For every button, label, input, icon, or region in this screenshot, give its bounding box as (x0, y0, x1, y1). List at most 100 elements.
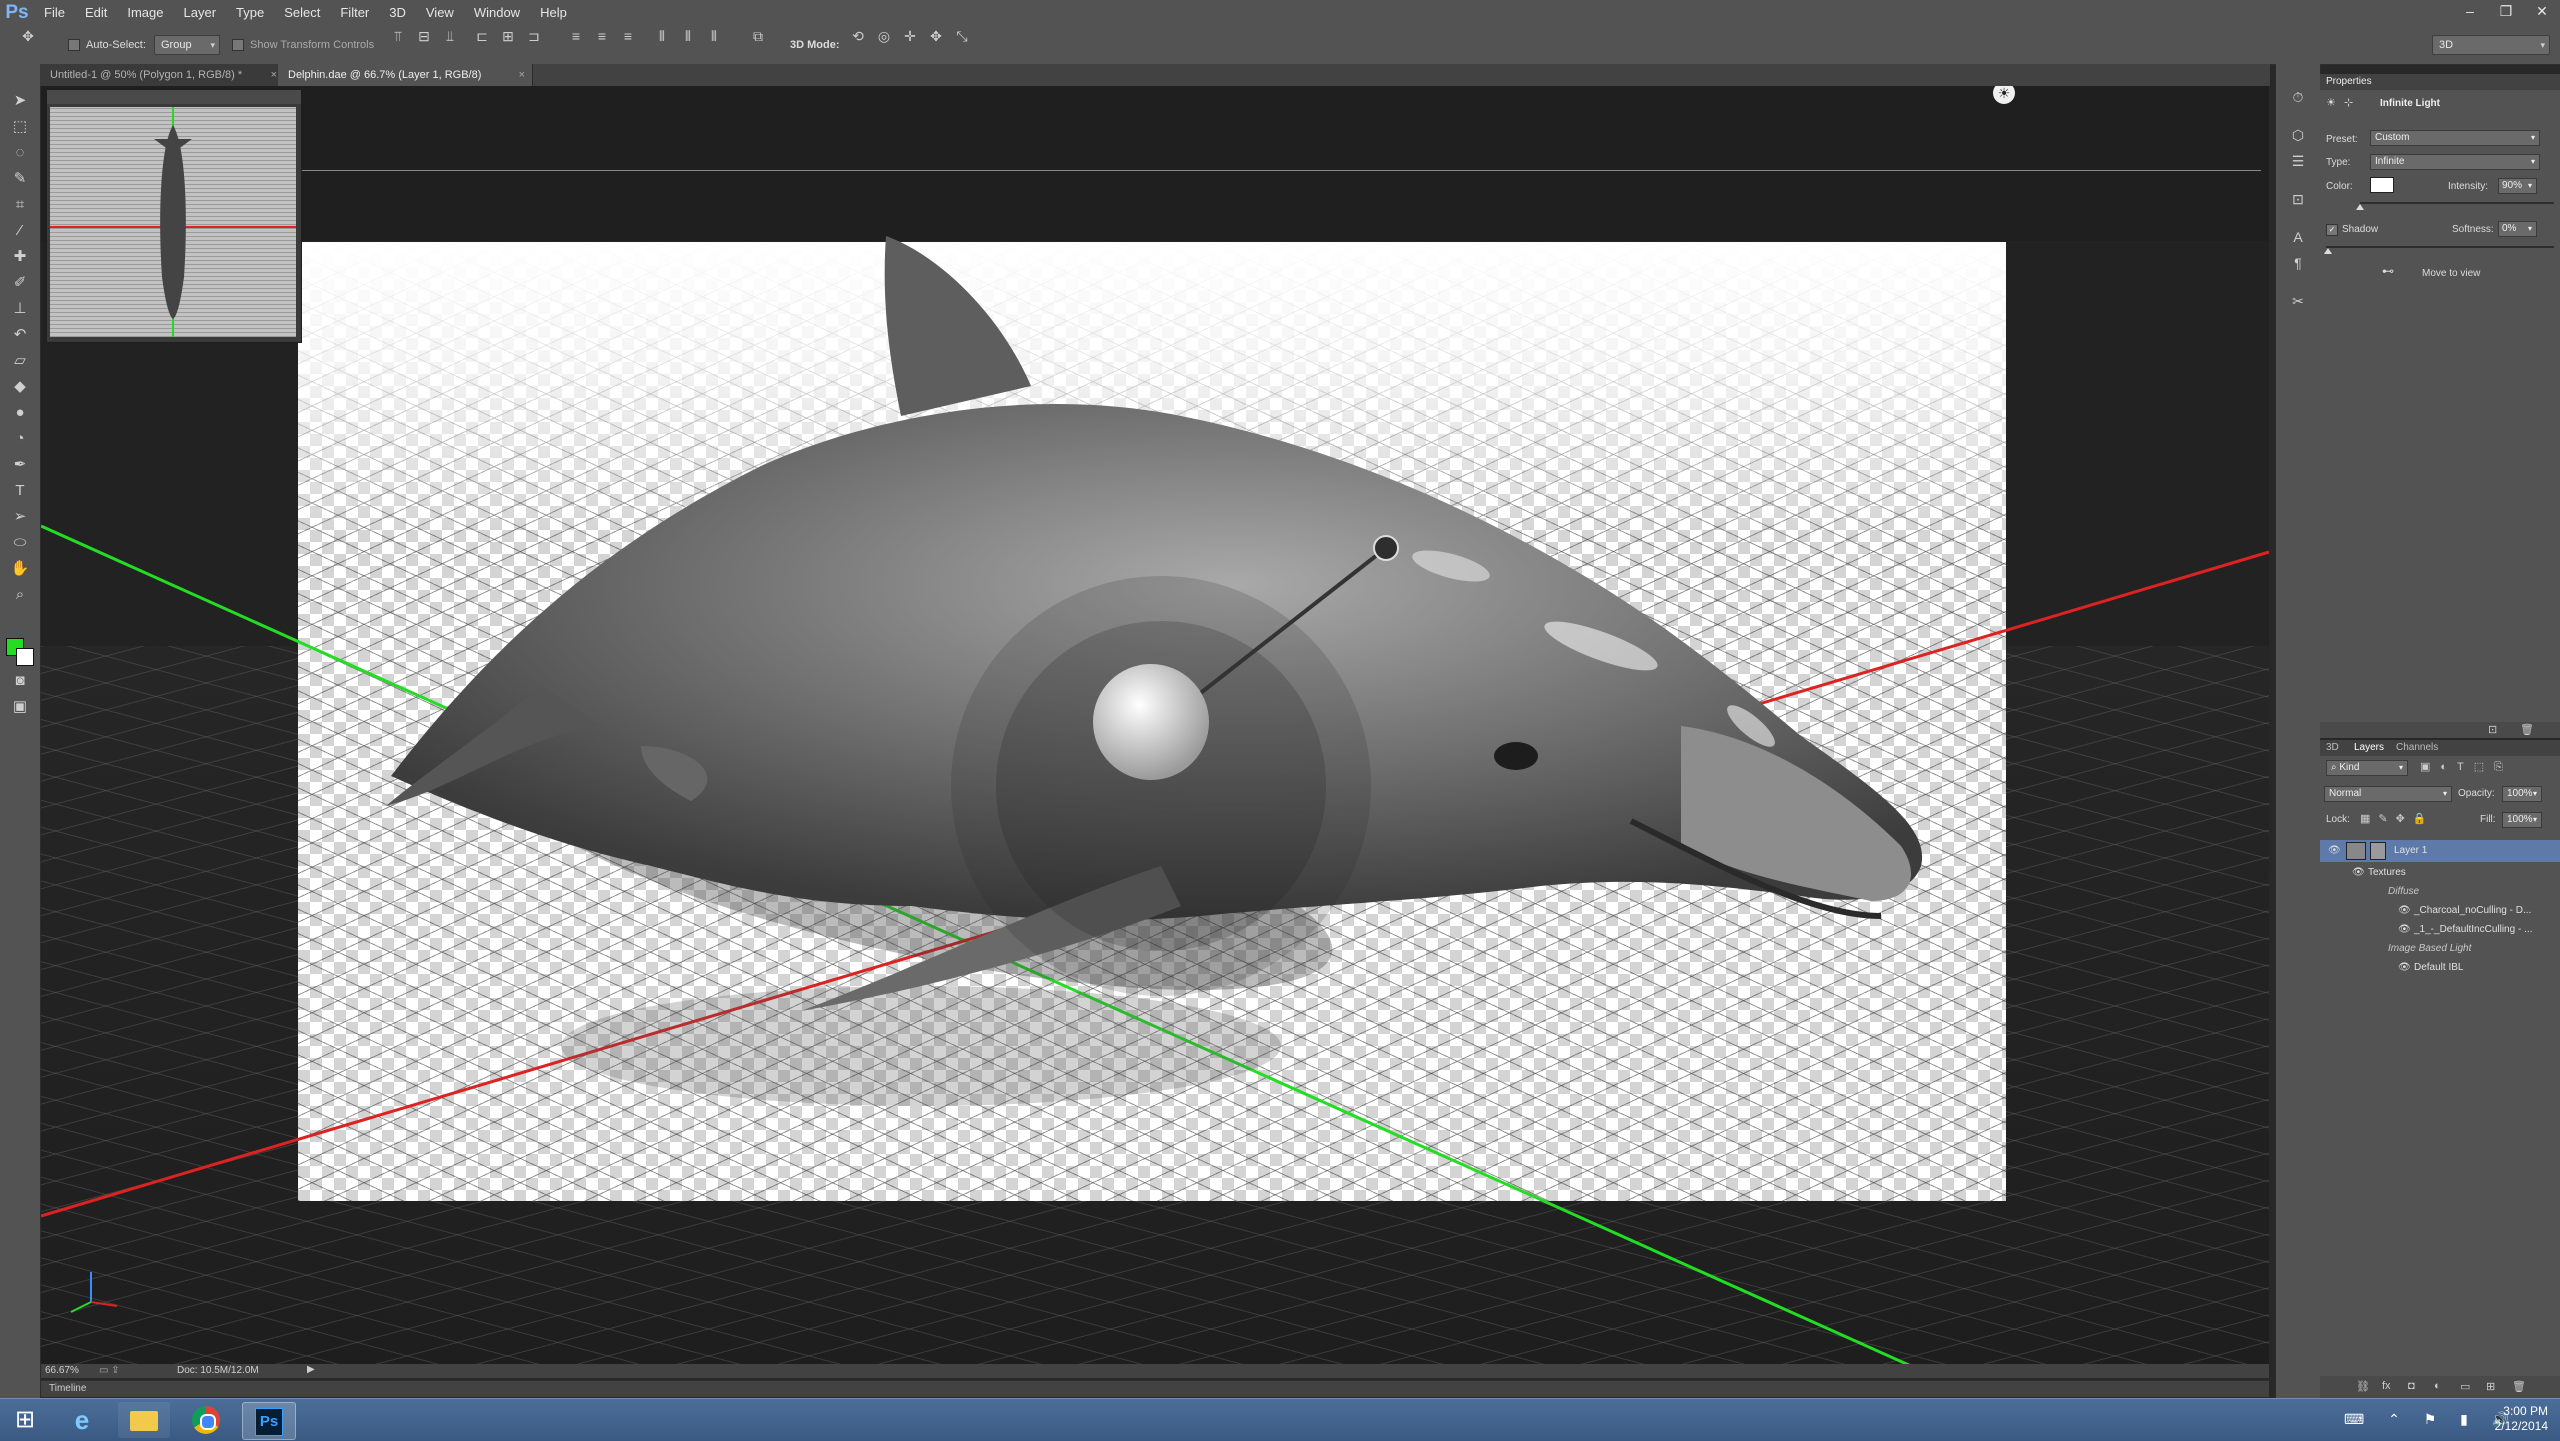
list-item[interactable]: 👁 Default IBL (2320, 959, 2560, 977)
dolphin-dorsal-fin[interactable] (884, 236, 1031, 416)
visibility-eye-icon[interactable]: 👁 (2398, 921, 2411, 939)
align-hcenter-icon[interactable]: ⊞ (498, 26, 518, 46)
properties-panel-icon[interactable]: ⊡ (2286, 188, 2310, 210)
visibility-eye-icon[interactable]: 👁 (2352, 864, 2365, 882)
auto-select-checkbox[interactable] (68, 39, 80, 52)
menu-edit[interactable]: Edit (75, 0, 117, 26)
slide-3d-icon[interactable]: ✥ (926, 26, 946, 46)
distribute-top-icon[interactable]: ≡ (566, 26, 586, 46)
minimize-button[interactable]: – (2452, 0, 2488, 26)
quick-mask-icon[interactable]: ◙ (8, 670, 32, 692)
marquee-tool-icon[interactable]: ⬚ (8, 116, 32, 138)
intensity-slider-thumb[interactable] (2356, 204, 2364, 210)
list-item[interactable]: 👁 _1_-_DefaultIncCulling - ... (2320, 921, 2560, 939)
align-top-icon[interactable]: ⫪ (388, 26, 408, 46)
chrome-icon[interactable] (180, 1402, 232, 1438)
align-vcenter-icon[interactable]: ⊟ (414, 26, 434, 46)
tab-delphin[interactable]: Delphin.dae @ 66.7% (Layer 1, RGB/8) × (278, 64, 533, 86)
restore-button[interactable]: ❐ (2488, 0, 2524, 26)
distribute-right-icon[interactable]: ⦀ (704, 26, 724, 46)
close-tab-icon[interactable]: × (519, 64, 525, 86)
close-tab-icon[interactable]: × (271, 64, 277, 86)
tab-untitled-1[interactable]: Untitled-1 @ 50% (Polygon 1, RGB/8) * × (40, 64, 285, 86)
dodge-tool-icon[interactable]: ◔ (8, 428, 32, 450)
scale-3d-icon[interactable]: ⤡ (952, 26, 972, 46)
character-panel-icon[interactable]: A (2286, 226, 2310, 248)
clone-stamp-tool-icon[interactable]: ⊥ (8, 298, 32, 320)
adjustments-panel-icon[interactable]: ☰ (2286, 150, 2310, 172)
blur-tool-icon[interactable]: ● (8, 402, 32, 424)
tools-preset-panel-icon[interactable]: ✂ (2286, 290, 2310, 312)
drag-3d-icon[interactable]: ✛ (900, 26, 920, 46)
system-tray-icons[interactable]: ⌨ ⌃ ⚑ ▮ 🔊 (2344, 1411, 2519, 1428)
brush-tool-icon[interactable]: ✐ (8, 272, 32, 294)
visibility-eye-icon[interactable]: 👁 (2398, 902, 2411, 920)
shadow-checkbox[interactable]: ✓ (2326, 224, 2338, 236)
history-brush-tool-icon[interactable]: ↶ (8, 324, 32, 346)
list-item[interactable]: Diffuse (2320, 883, 2560, 901)
render-icon[interactable]: ⊡ (2488, 723, 2497, 736)
background-color-swatch[interactable] (16, 648, 34, 666)
history-panel-icon[interactable]: ⏱ (2286, 86, 2310, 108)
adjustment-layer-icon[interactable]: ◐ (2434, 1380, 2441, 1392)
align-right-icon[interactable]: ⊐ (524, 26, 544, 46)
secondary-view-thumbnail[interactable] (50, 107, 296, 337)
workspace-dropdown[interactable]: 3D (2432, 35, 2550, 55)
pen-tool-icon[interactable]: ✒ (8, 454, 32, 476)
auto-select-dropdown[interactable]: Group (154, 35, 220, 55)
start-button-icon[interactable]: ⊞ (4, 1402, 46, 1438)
move-to-view-button[interactable]: Move to view (2422, 268, 2480, 279)
fx-icon[interactable]: fx (2382, 1380, 2391, 1392)
eraser-tool-icon[interactable]: ▱ (8, 350, 32, 372)
link-layers-icon[interactable]: ⛓ (2356, 1380, 2370, 1393)
3d-scene[interactable] (41, 86, 2269, 1366)
path-select-tool-icon[interactable]: ➢ (8, 506, 32, 528)
softness-slider[interactable] (2326, 246, 2554, 248)
screen-mode-icon[interactable]: ▣ (8, 696, 32, 718)
auto-select-option[interactable]: Auto-Select: (68, 35, 146, 55)
show-transform-option[interactable]: Show Transform Controls (232, 35, 374, 55)
opacity-value[interactable]: 100% (2502, 786, 2542, 802)
list-item[interactable]: 👁 _Charcoal_noCulling - D... (2320, 902, 2560, 920)
fill-value[interactable]: 100% (2502, 812, 2542, 828)
layer-filter-icons[interactable]: ▣◐T⬚⎘ (2420, 760, 2513, 774)
rotate-3d-icon[interactable]: ⟲ (848, 26, 868, 46)
coordinates-icon[interactable]: ⊹ (2344, 96, 2358, 110)
canvas-workspace[interactable]: ☀ (41, 86, 2269, 1366)
menu-view[interactable]: View (416, 0, 464, 26)
roll-3d-icon[interactable]: ◎ (874, 26, 894, 46)
blend-mode-dropdown[interactable]: Normal (2324, 786, 2452, 802)
eyedropper-tool-icon[interactable]: ⁄ (8, 220, 32, 242)
tab-layers[interactable]: Layers (2354, 740, 2384, 756)
menu-select[interactable]: Select (274, 0, 330, 26)
light-handle-knob[interactable] (1373, 535, 1399, 561)
menu-window[interactable]: Window (464, 0, 530, 26)
distribute-hcenter-icon[interactable]: ⦀ (678, 26, 698, 46)
photoshop-taskbar-button[interactable]: Ps (242, 1402, 296, 1440)
softness-slider-thumb[interactable] (2324, 248, 2332, 254)
quick-select-tool-icon[interactable]: ✎ (8, 168, 32, 190)
menu-3d[interactable]: 3D (379, 0, 416, 26)
add-mask-icon[interactable]: ◘ (2408, 1380, 2415, 1392)
list-item[interactable]: Image Based Light (2320, 940, 2560, 958)
menu-help[interactable]: Help (530, 0, 577, 26)
status-arrow-icon[interactable]: ▶ (307, 1364, 315, 1375)
show-transform-checkbox[interactable] (232, 39, 244, 52)
menu-type[interactable]: Type (226, 0, 274, 26)
hand-tool-icon[interactable]: ✋ (8, 558, 32, 580)
zoom-tool-icon[interactable]: ⌕ (8, 584, 32, 606)
type-tool-icon[interactable]: T (8, 480, 32, 502)
internet-explorer-icon[interactable]: e (56, 1402, 108, 1438)
new-group-icon[interactable]: ▭ (2460, 1380, 2470, 1393)
paint-bucket-tool-icon[interactable]: ◆ (8, 376, 32, 398)
layer-name[interactable]: Layer 1 (2394, 840, 2427, 862)
move-tool-icon[interactable]: ➤ (8, 90, 32, 112)
intensity-value[interactable]: 90% (2498, 178, 2537, 194)
light-color-swatch[interactable] (2370, 177, 2394, 193)
light-sphere[interactable] (1093, 664, 1209, 780)
type-dropdown[interactable]: Infinite (2370, 154, 2540, 170)
menu-image[interactable]: Image (117, 0, 173, 26)
auto-align-icon[interactable]: ⧉ (748, 26, 768, 46)
taskbar-clock[interactable]: 3:00 PM 2/12/2014 (2495, 1404, 2548, 1434)
align-bottom-icon[interactable]: ⫫ (440, 26, 460, 46)
